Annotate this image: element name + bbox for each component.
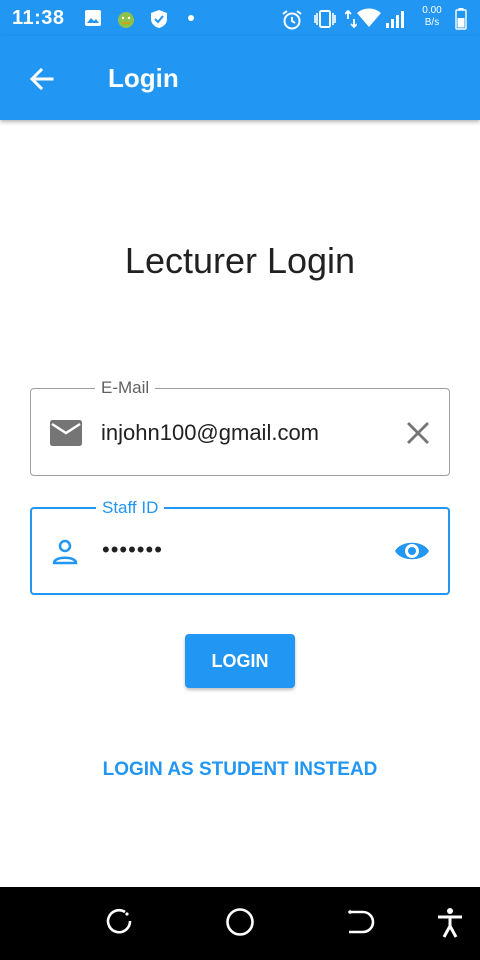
mail-icon	[50, 420, 82, 446]
staff-id-field[interactable]: Staff ID •••••••	[30, 498, 450, 595]
back-icon[interactable]	[345, 907, 375, 937]
system-nav-bar	[0, 887, 480, 960]
battery-icon	[455, 8, 467, 30]
vibrate-icon	[314, 10, 336, 28]
signal-icon	[386, 11, 404, 28]
wifi-icon	[357, 8, 381, 27]
status-time: 11:38	[12, 7, 65, 29]
dot-icon	[188, 15, 194, 21]
net-speed-value: 0.00	[422, 5, 442, 16]
back-button[interactable]	[22, 59, 62, 99]
net-speed-unit: B/s	[424, 17, 440, 28]
email-field[interactable]: E-Mail injohn100@gmail.com	[30, 378, 450, 476]
android-icon	[118, 12, 134, 28]
home-icon[interactable]	[225, 907, 255, 937]
login-button[interactable]: LOGIN	[185, 634, 295, 688]
net-speed: 0.00 B/s	[418, 5, 446, 29]
clear-icon[interactable]	[405, 420, 431, 446]
recent-apps-icon[interactable]	[105, 907, 135, 937]
eye-icon[interactable]	[394, 537, 430, 565]
login-as-student-link[interactable]: LOGIN AS STUDENT INSTEAD	[0, 759, 480, 781]
staff-id-input-value[interactable]: •••••••	[102, 537, 163, 563]
status-bar: 11:38 0.00 B/s	[0, 0, 480, 36]
image-icon	[85, 10, 101, 26]
email-field-label: E-Mail	[95, 378, 156, 398]
email-input-value[interactable]: injohn100@gmail.com	[101, 420, 319, 446]
shield-icon	[151, 10, 167, 28]
arrow-back-icon	[29, 67, 54, 91]
app-bar-title: Login	[108, 63, 179, 93]
accessibility-icon[interactable]	[436, 907, 464, 939]
alarm-icon	[282, 10, 302, 30]
person-icon	[52, 539, 78, 565]
app-bar: Login	[0, 36, 480, 120]
staff-id-field-label: Staff ID	[96, 498, 165, 518]
page-title: Lecturer Login	[124, 240, 356, 281]
